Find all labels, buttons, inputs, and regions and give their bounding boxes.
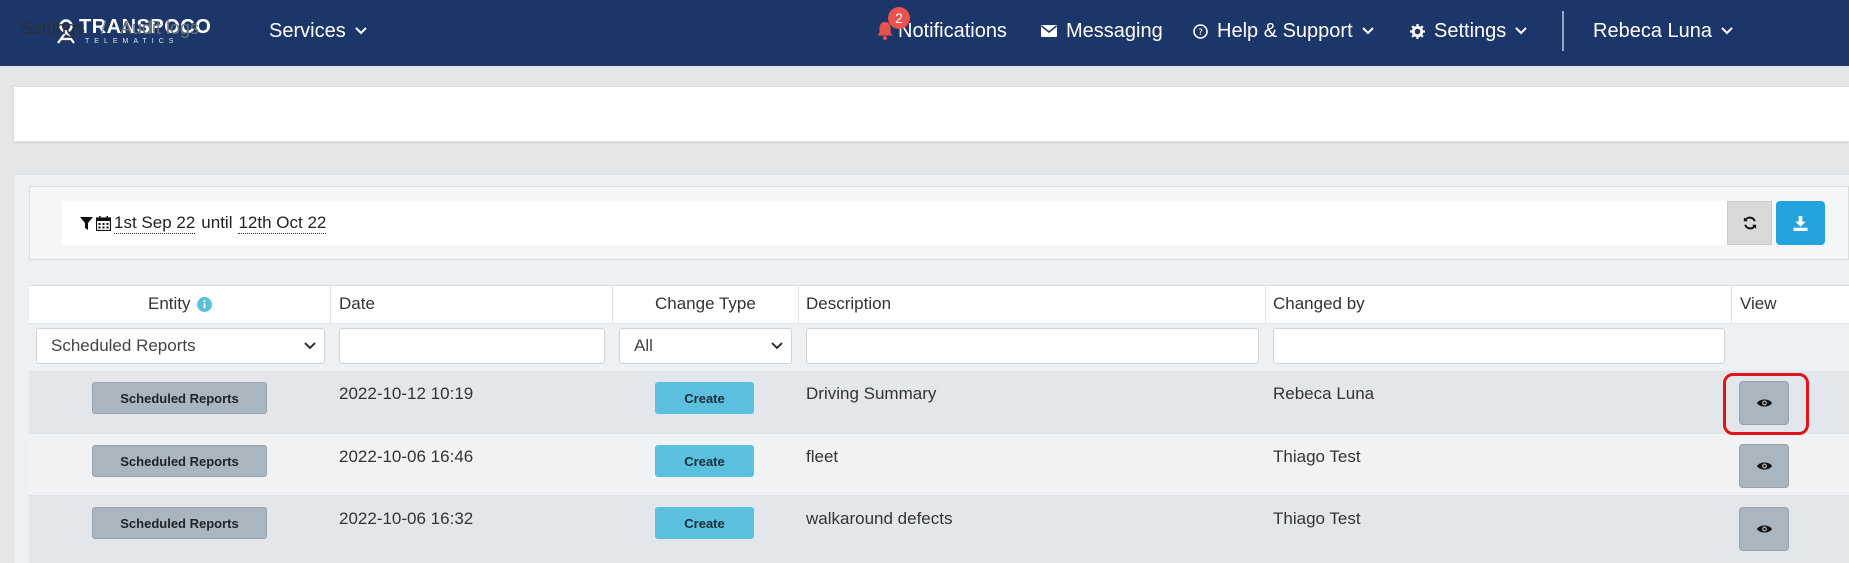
bell-icon: 2 — [876, 7, 910, 41]
refresh-icon — [1743, 216, 1756, 230]
nav-user-menu[interactable]: Rebeca Luna — [1593, 0, 1733, 62]
nav-messaging-label: Messaging — [1066, 19, 1163, 42]
refresh-button[interactable] — [1727, 201, 1772, 245]
nav-user-name: Rebeca Luna — [1593, 19, 1712, 42]
row-date: 2022-10-06 16:32 — [339, 509, 474, 528]
changed-by-filter-input[interactable] — [1273, 328, 1725, 364]
entity-badge: Scheduled Reports — [92, 445, 267, 477]
chevron-down-icon — [304, 342, 316, 350]
header-view: View — [1740, 294, 1777, 313]
description-filter-input[interactable] — [806, 328, 1259, 364]
chevron-down-icon — [1515, 27, 1527, 35]
table-row: Scheduled Reports 2022-10-06 16:46 Creat… — [29, 433, 1849, 495]
notification-count-badge: 2 — [888, 7, 910, 29]
eye-icon — [1756, 462, 1772, 470]
row-changed-by: Thiago Test — [1273, 447, 1361, 466]
gear-icon — [1410, 23, 1425, 39]
date-from-link[interactable]: 1st Sep 22 — [114, 213, 196, 234]
download-icon — [1793, 215, 1808, 231]
row-changed-by: Thiago Test — [1273, 509, 1361, 528]
header-entity-label: Entity — [148, 294, 191, 313]
change-type-badge: Create — [655, 382, 754, 414]
header-description[interactable]: Description — [806, 285, 891, 323]
info-icon — [196, 296, 212, 312]
view-button[interactable] — [1739, 507, 1789, 551]
breadcrumb-separator: / — [101, 17, 107, 38]
download-button[interactable] — [1776, 201, 1825, 245]
table-row: Scheduled Reports 2022-10-12 10:19 Creat… — [29, 371, 1849, 433]
row-date: 2022-10-06 16:46 — [339, 447, 474, 466]
question-circle-icon: ? — [1193, 23, 1208, 39]
change-type-badge: Create — [655, 507, 754, 539]
breadcrumb — [13, 86, 1849, 142]
highlight-annotation — [1723, 373, 1809, 435]
row-description: walkaround defects — [806, 509, 953, 528]
chevron-down-icon — [1721, 27, 1733, 35]
top-navbar: TRANSPOCO TELEMATICS Services 2 Notifica… — [0, 0, 1849, 66]
chevron-down-icon — [1361, 27, 1374, 35]
envelope-icon — [1041, 25, 1057, 37]
nav-services-label: Services — [269, 19, 346, 42]
nav-divider — [1562, 11, 1564, 51]
nav-services[interactable]: Services — [269, 0, 367, 62]
row-description: fleet — [806, 447, 839, 466]
date-until-label: until — [201, 213, 233, 232]
calendar-icon — [96, 215, 111, 231]
entity-filter-select[interactable]: Scheduled Reports — [36, 328, 325, 364]
header-changed-by[interactable]: Changed by — [1273, 285, 1365, 323]
change-type-filter-value: All — [634, 336, 653, 355]
table-row: Scheduled Reports 2022-10-06 16:32 Creat… — [29, 495, 1849, 563]
change-type-filter-select[interactable]: All — [619, 328, 792, 364]
filter-icon — [80, 216, 93, 230]
entity-badge: Scheduled Reports — [92, 507, 267, 539]
header-change-type[interactable]: Change Type — [655, 285, 756, 323]
entity-badge: Scheduled Reports — [92, 382, 267, 414]
svg-text:?: ? — [1198, 28, 1203, 38]
nav-messaging[interactable]: Messaging — [1041, 0, 1163, 62]
view-button[interactable] — [1739, 444, 1789, 488]
date-to-link[interactable]: 12th Oct 22 — [238, 213, 327, 234]
header-date[interactable]: Date — [339, 285, 375, 323]
nav-notifications[interactable]: 2 Notifications — [876, 0, 1007, 62]
nav-notifications-label: Notifications — [898, 19, 1007, 42]
entity-filter-value: Scheduled Reports — [51, 336, 196, 355]
date-filter-input[interactable] — [339, 328, 605, 364]
chevron-down-icon — [771, 342, 783, 350]
header-entity[interactable]: Entity — [148, 285, 212, 323]
row-date: 2022-10-12 10:19 — [339, 384, 474, 403]
nav-help-label: Help & Support — [1217, 19, 1353, 42]
eye-icon — [1756, 525, 1772, 533]
breadcrumb-settings-link[interactable]: Settings — [20, 0, 85, 56]
nav-settings-label: Settings — [1434, 19, 1507, 42]
change-type-badge: Create — [655, 445, 754, 477]
chevron-down-icon — [354, 27, 367, 35]
nav-settings[interactable]: Settings — [1410, 0, 1527, 62]
row-description: Driving Summary — [806, 384, 937, 403]
row-changed-by: Rebeca Luna — [1273, 384, 1375, 403]
breadcrumb-current-page: Audit logs — [120, 17, 200, 38]
nav-help-support[interactable]: ? Help & Support — [1193, 0, 1374, 62]
date-range-filter[interactable]: 1st Sep 22 until 12th Oct 22 — [62, 201, 1727, 245]
